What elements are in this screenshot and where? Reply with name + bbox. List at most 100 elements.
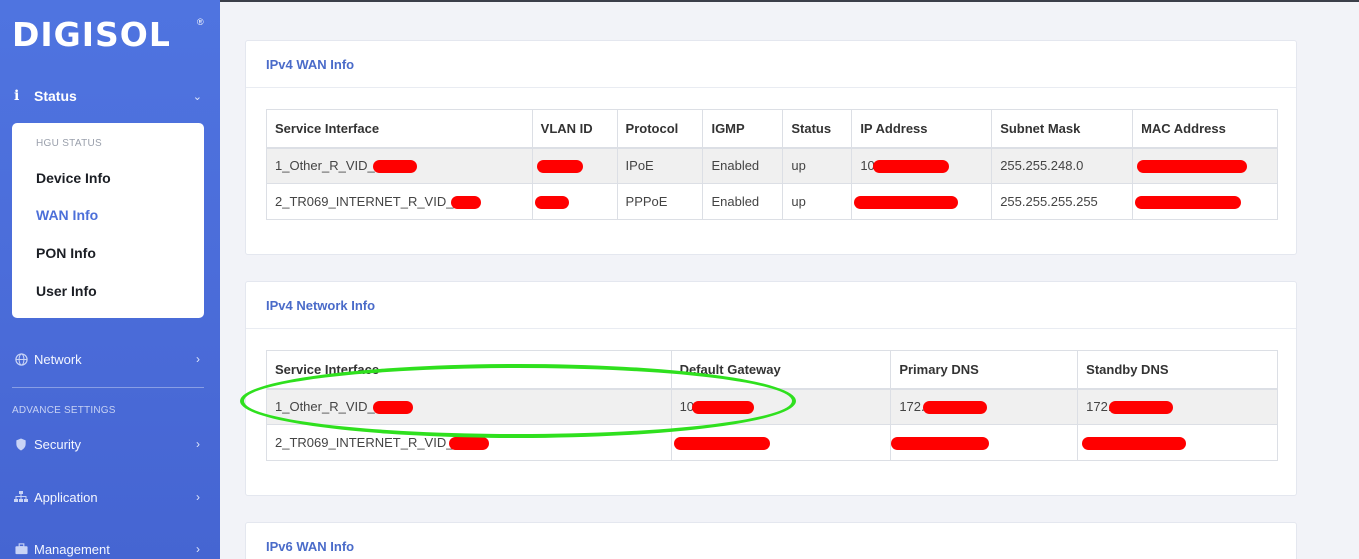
table-cell: 2_TR069_INTERNET_R_VID_: [266, 183, 533, 220]
table-row: 1_Other_R_VID_ 10 172. 172.: [266, 388, 1278, 425]
table-cell: IPoE: [616, 147, 704, 184]
advance-settings-heading: ADVANCE SETTINGS: [12, 405, 116, 416]
standby-dns-prefix: 172.: [1086, 399, 1112, 415]
column-header: VLAN ID: [531, 109, 618, 149]
briefcase-icon: [14, 542, 28, 556]
chevron-right-icon: ›: [196, 490, 200, 504]
table-cell: [890, 424, 1079, 461]
table-header-row: Service Interface VLAN ID Protocol IGMP …: [266, 109, 1278, 149]
table-cell: 255.255.255.255: [991, 183, 1134, 220]
top-border: [220, 0, 1359, 2]
redaction-mark: [673, 437, 770, 451]
table-cell: 172.: [890, 388, 1079, 425]
sidebar-divider: [12, 387, 204, 388]
redaction-mark: [372, 160, 417, 174]
network-table: Service Interface Default Gateway Primar…: [266, 350, 1278, 461]
redaction-mark: [872, 160, 949, 174]
info-icon: i: [14, 88, 20, 104]
nav-management[interactable]: Management ›: [14, 539, 204, 559]
column-header: MAC Address: [1132, 109, 1278, 149]
table-cell: up: [782, 183, 853, 220]
redaction-mark: [451, 196, 482, 210]
primary-dns-prefix: 172.: [899, 399, 925, 415]
wan-table: Service Interface VLAN ID Protocol IGMP …: [266, 109, 1278, 220]
table-cell: 255.255.248.0: [991, 147, 1134, 184]
redaction-mark: [1109, 401, 1174, 415]
redaction-mark: [854, 196, 959, 210]
nav-security-label: Security: [34, 436, 81, 452]
table-cell: up: [782, 147, 853, 184]
table-row: 2_TR069_INTERNET_R_VID_ PPPoE Enabled up…: [266, 183, 1278, 220]
shield-icon: [14, 437, 28, 451]
nav-status-label: Status: [34, 88, 77, 104]
registered-mark: ®: [197, 17, 204, 27]
submenu-heading: HGU STATUS: [36, 138, 102, 149]
column-header: Primary DNS: [890, 350, 1079, 390]
table-cell: 2_TR069_INTERNET_R_VID_: [266, 424, 672, 461]
nav-application[interactable]: Application ›: [14, 487, 204, 507]
column-header: Service Interface: [266, 350, 672, 390]
table-cell: 10: [670, 388, 892, 425]
submenu-item-device-info[interactable]: Device Info: [36, 170, 111, 186]
column-header: Subnet Mask: [991, 109, 1134, 149]
column-header: IP Address: [851, 109, 993, 149]
table-cell: 1_Other_R_VID_: [266, 147, 533, 184]
service-interface: 2_TR069_INTERNET_R_VID_: [275, 434, 454, 450]
table-cell: [531, 183, 618, 220]
redaction-mark: [922, 401, 987, 415]
nav-status[interactable]: i Status ⌄: [14, 86, 206, 106]
redaction-mark: [449, 437, 490, 451]
nav-application-label: Application: [34, 489, 98, 505]
table-row: 1_Other_R_VID_ IPoE Enabled up 10 255.25…: [266, 147, 1278, 184]
redaction-mark: [372, 401, 413, 415]
column-header: IGMP: [702, 109, 784, 149]
chevron-right-icon: ›: [196, 437, 200, 451]
nav-security[interactable]: Security ›: [14, 434, 204, 454]
table-header-row: Service Interface Default Gateway Primar…: [266, 350, 1278, 390]
column-header: Service Interface: [266, 109, 533, 149]
table-cell: [531, 147, 618, 184]
service-interface: 2_TR069_INTERNET_R_VID_: [275, 193, 454, 209]
ipv4-network-card: IPv4 Network Info Service Interface Defa…: [245, 281, 1297, 496]
nav-network[interactable]: Network ›: [14, 349, 204, 369]
redaction-mark: [1135, 196, 1242, 210]
table-cell: [670, 424, 892, 461]
ipv4-wan-card: IPv4 WAN Info Service Interface VLAN ID …: [245, 40, 1297, 255]
sidebar: DIGISOL ® i Status ⌄ HGU STATUS Device I…: [0, 0, 220, 559]
table-cell: [1132, 183, 1278, 220]
sitemap-icon: [14, 490, 28, 504]
redaction-mark: [1137, 160, 1248, 174]
nav-management-label: Management: [34, 541, 110, 557]
ipv6-wan-card: IPv6 WAN Info: [245, 522, 1297, 559]
chevron-right-icon: ›: [196, 352, 200, 366]
column-header: Status: [782, 109, 853, 149]
chevron-down-icon: ⌄: [192, 90, 202, 103]
submenu-item-pon-info[interactable]: PON Info: [36, 245, 96, 261]
chevron-right-icon: ›: [196, 542, 200, 556]
submenu-item-wan-info[interactable]: WAN Info: [36, 207, 98, 223]
card-title: IPv6 WAN Info: [246, 523, 1296, 559]
table-row: 2_TR069_INTERNET_R_VID_: [266, 424, 1278, 461]
table-cell: [851, 183, 993, 220]
redaction-mark: [534, 196, 569, 210]
nav-network-label: Network: [34, 351, 82, 367]
table-cell: 172.: [1077, 388, 1278, 425]
table-cell: [1077, 424, 1278, 461]
card-title: IPv4 Network Info: [246, 282, 1296, 329]
table-cell: 1_Other_R_VID_: [266, 388, 672, 425]
table-cell: Enabled: [702, 147, 784, 184]
globe-icon: [14, 352, 28, 366]
table-cell: Enabled: [702, 183, 784, 220]
column-header: Standby DNS: [1077, 350, 1278, 390]
service-interface: 1_Other_R_VID_: [275, 399, 375, 415]
redaction-mark: [536, 160, 583, 174]
status-submenu: HGU STATUS Device Info WAN Info PON Info…: [12, 123, 204, 318]
table-cell: PPPoE: [616, 183, 704, 220]
redaction-mark: [891, 437, 990, 451]
table-cell: [1132, 147, 1278, 184]
submenu-item-user-info[interactable]: User Info: [36, 283, 97, 299]
redaction-mark: [692, 401, 755, 415]
column-header: Protocol: [616, 109, 704, 149]
digisol-logo: DIGISOL: [12, 15, 171, 54]
redaction-mark: [1082, 437, 1187, 451]
